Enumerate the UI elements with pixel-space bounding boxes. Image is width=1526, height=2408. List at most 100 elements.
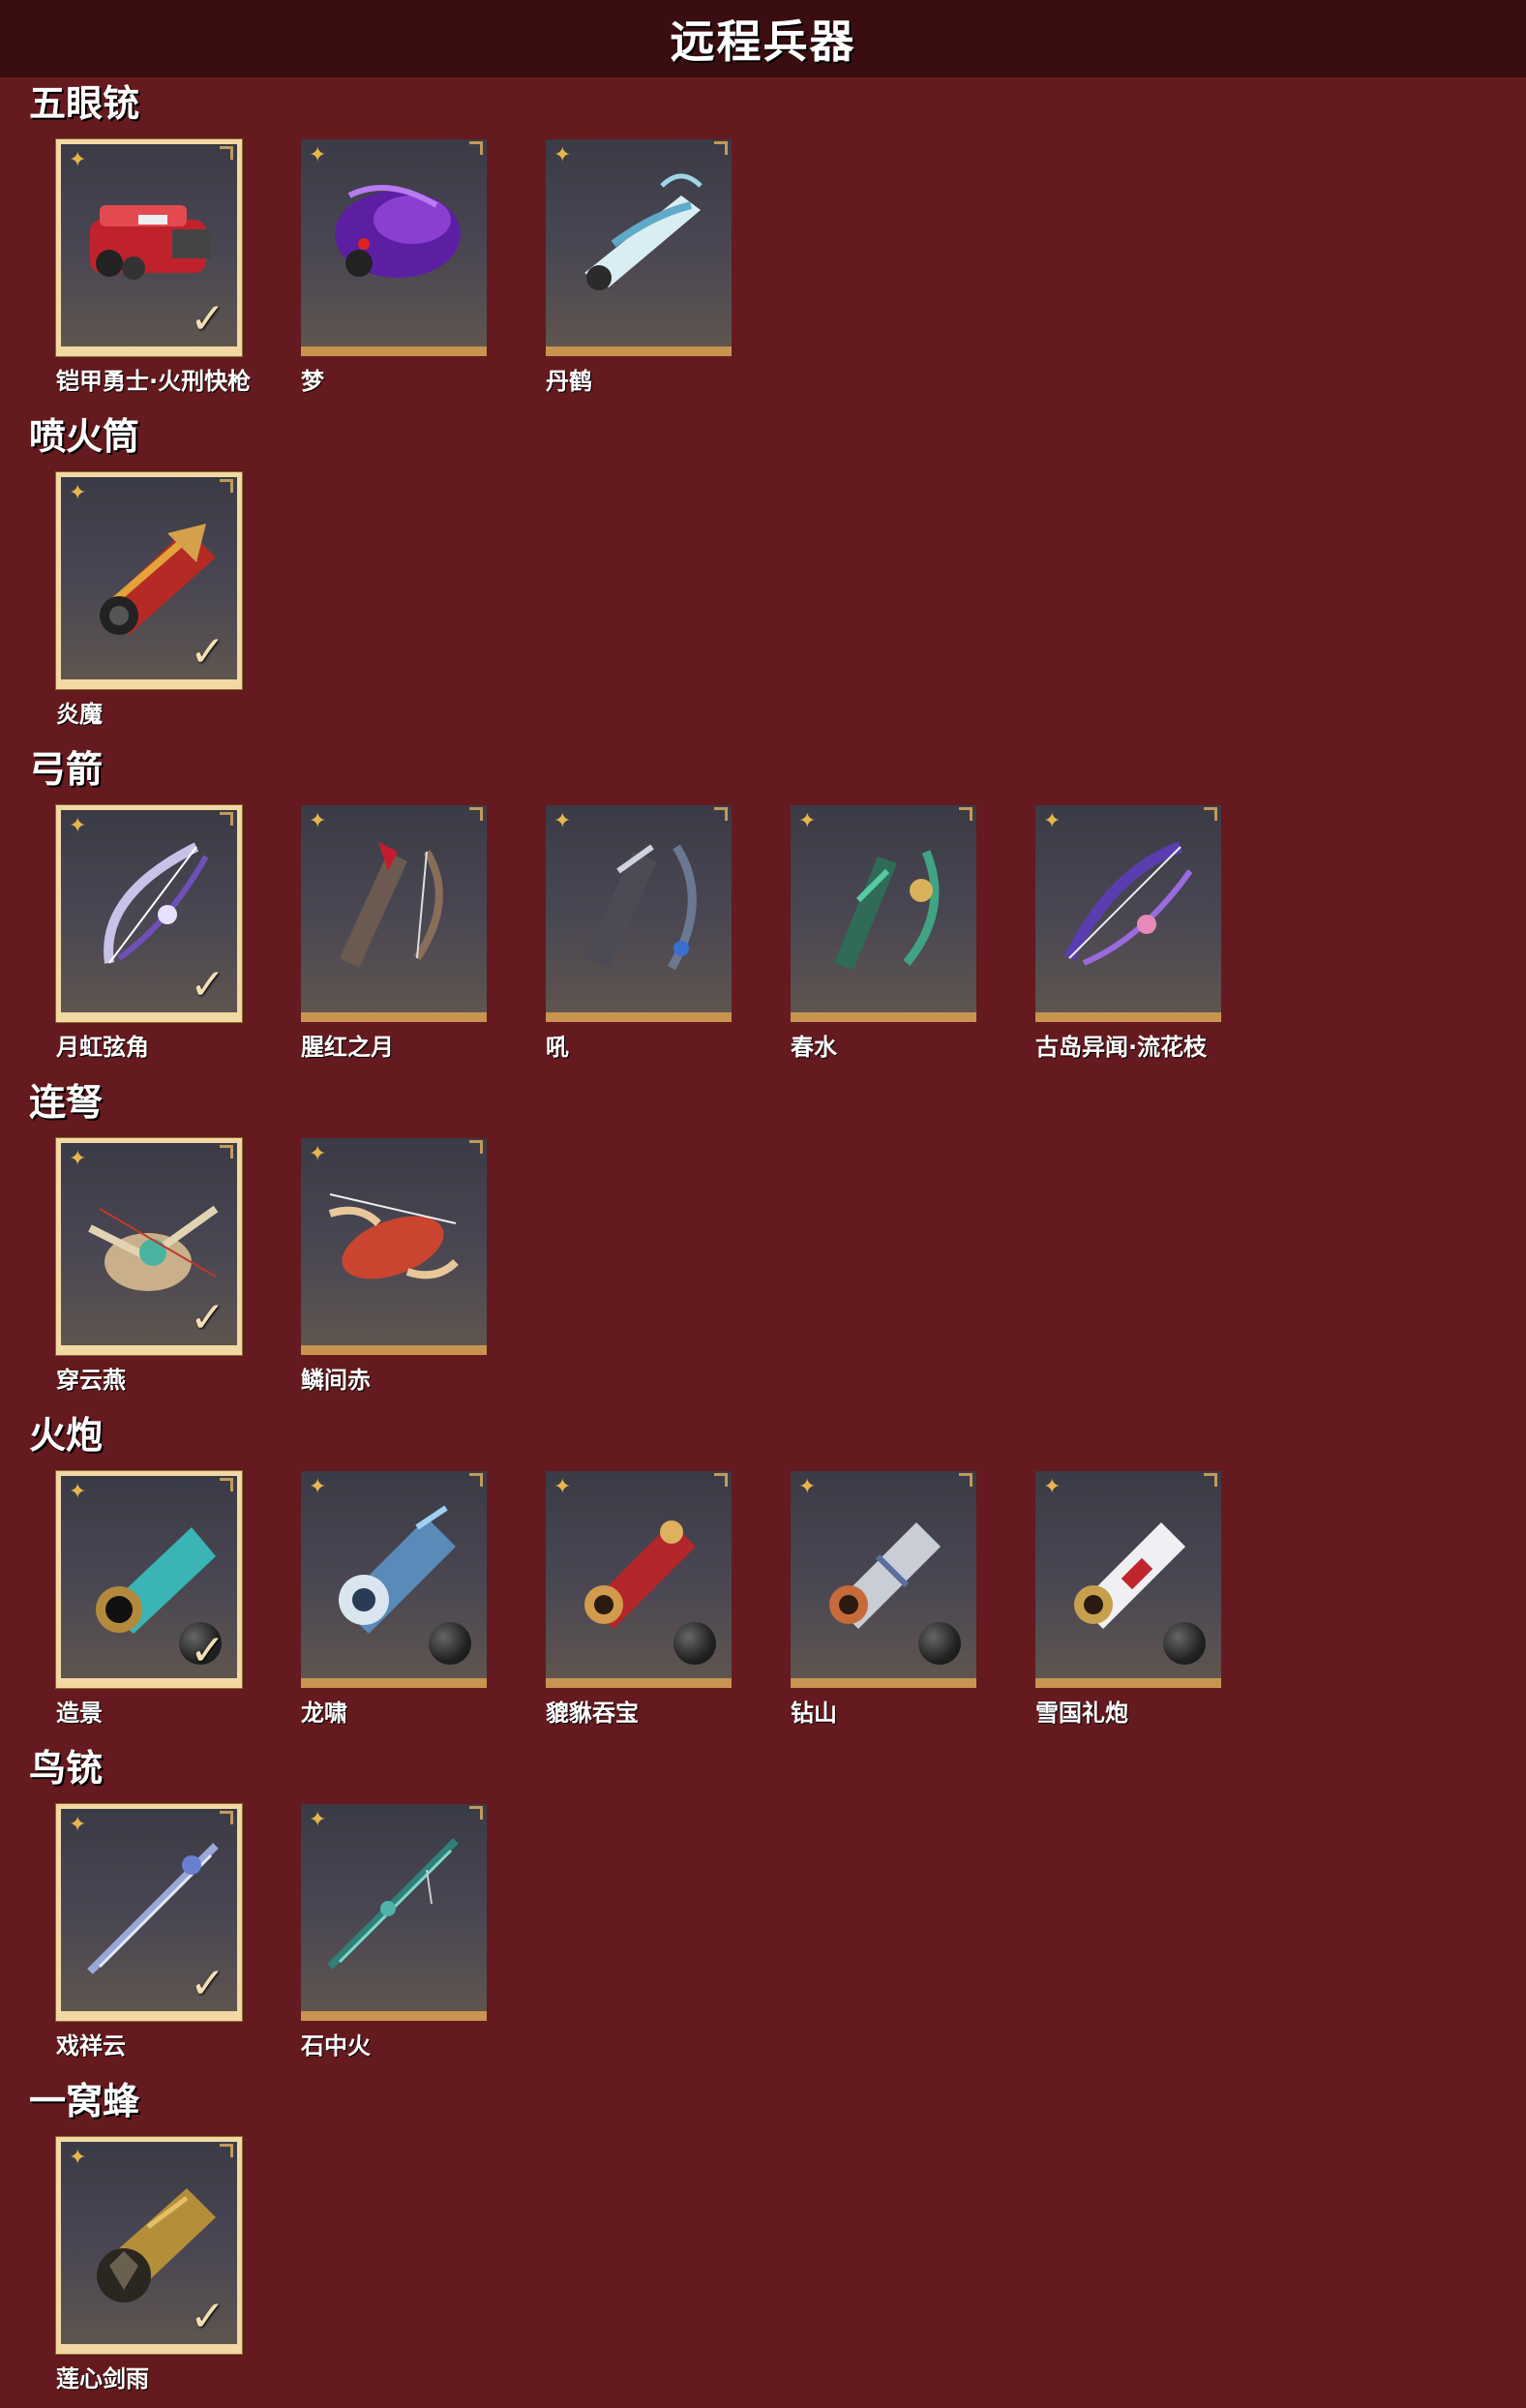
weapon-card[interactable]: ✦ ✓ 莲心剑雨 xyxy=(56,2137,242,2393)
weapon-thumbnail: ✦ ✓ xyxy=(56,472,242,689)
weapon-name: 貔貅吞宝 xyxy=(546,1700,639,1727)
owned-check-icon: ✓ xyxy=(190,294,225,344)
corner-tag-icon xyxy=(469,141,483,155)
weapon-card[interactable]: ✦ ✓ 铠甲勇士·火刑快枪 xyxy=(56,139,251,395)
weapon-name: 穿云燕 xyxy=(56,1367,126,1394)
star-icon: ✦ xyxy=(309,1475,327,1499)
weapon-name: 梦 xyxy=(301,368,324,395)
corner-tag-icon xyxy=(714,141,728,155)
corner-tag-icon xyxy=(220,479,233,493)
weapon-card[interactable]: ✦ 钻山 xyxy=(791,1471,976,1727)
star-icon: ✦ xyxy=(309,809,327,833)
category-huopao: 火炮 ✦ ✓ 造景 ✦ 龙啸 ✦ 貔貅吞宝 ✦ 钻山 ✦ 雪国礼炮 xyxy=(0,1411,1526,1740)
category-penhuotong: 喷火筒 ✦ ✓ 炎魔 xyxy=(0,412,1526,741)
weapon-art-dragon-cannon xyxy=(339,1505,456,1634)
weapon-card[interactable]: ✦ 梦 xyxy=(301,139,487,395)
owned-check-icon: ✓ xyxy=(190,1959,225,2008)
star-icon: ✦ xyxy=(69,1147,87,1171)
weapon-card[interactable]: ✦ 龙啸 xyxy=(301,1471,487,1727)
weapon-card[interactable]: ✦ ✓ 穿云燕 xyxy=(56,1138,242,1394)
weapon-name: 丹鹤 xyxy=(546,368,592,395)
weapon-card[interactable]: ✦ ✓ 月虹弦角 xyxy=(56,805,242,1061)
weapon-name: 莲心剑雨 xyxy=(56,2365,149,2393)
weapon-art-crane-gun xyxy=(584,173,703,290)
weapon-card[interactable]: ✦ 貔貅吞宝 xyxy=(546,1471,732,1727)
corner-tag-icon xyxy=(220,146,233,160)
corner-tag-icon xyxy=(469,1806,483,1820)
weapon-thumbnail: ✦ ✓ xyxy=(56,1471,242,1688)
weapon-name: 戏祥云 xyxy=(56,2032,126,2060)
star-icon: ✦ xyxy=(69,814,87,838)
weapon-art-roar-bow xyxy=(584,844,697,971)
weapon-thumbnail: ✦ ✓ xyxy=(56,805,242,1022)
weapon-name: 春水 xyxy=(791,1034,837,1061)
corner-tag-icon xyxy=(714,1473,728,1487)
star-icon: ✦ xyxy=(554,1475,572,1499)
corner-tag-icon xyxy=(959,1473,972,1487)
star-icon: ✦ xyxy=(554,143,572,167)
corner-tag-icon xyxy=(220,2144,233,2157)
weapon-thumbnail: ✦ xyxy=(791,805,976,1022)
corner-tag-icon xyxy=(1204,807,1217,821)
cannonball-icon xyxy=(1163,1622,1206,1665)
weapon-name: 腥红之月 xyxy=(301,1034,394,1061)
star-icon: ✦ xyxy=(1043,809,1062,833)
weapon-art-fish-crossbow xyxy=(328,1193,459,1279)
corner-tag-icon xyxy=(220,1145,233,1159)
star-icon: ✦ xyxy=(69,2146,87,2170)
weapon-thumbnail: ✦ xyxy=(301,1471,487,1688)
category-liannu: 连弩 ✦ ✓ 穿云燕 ✦ 鳞间赤 xyxy=(0,1078,1526,1407)
weapon-thumbnail: ✦ xyxy=(301,139,487,356)
weapon-card[interactable]: ✦ 古岛异闻·流花枝 xyxy=(1035,805,1221,1061)
corner-tag-icon xyxy=(959,807,972,821)
weapon-name: 鳞间赤 xyxy=(301,1367,371,1394)
page-title: 远程兵器 xyxy=(670,15,856,68)
weapon-card[interactable]: ✦ ✓ 炎魔 xyxy=(56,472,242,728)
weapon-art-red-moon-bow xyxy=(340,842,443,968)
star-icon: ✦ xyxy=(69,481,87,505)
star-icon: ✦ xyxy=(69,1480,87,1504)
category-title: 五眼铳 xyxy=(29,82,140,125)
weapon-thumbnail: ✦ xyxy=(546,139,732,356)
weapon-name: 龙啸 xyxy=(301,1700,347,1727)
weapon-card[interactable]: ✦ 雪国礼炮 xyxy=(1035,1471,1221,1727)
weapon-name: 炎魔 xyxy=(56,701,103,728)
weapon-art-flower-bow xyxy=(1063,841,1193,966)
category-title: 喷火筒 xyxy=(29,415,140,458)
weapon-thumbnail: ✦ xyxy=(1035,1471,1221,1688)
weapon-card[interactable]: ✦ 腥红之月 xyxy=(301,805,487,1061)
weapon-name: 钻山 xyxy=(791,1700,837,1727)
star-icon: ✦ xyxy=(798,809,817,833)
corner-tag-icon xyxy=(220,1478,233,1491)
star-icon: ✦ xyxy=(69,148,87,172)
category-wuyanchong: 五眼铳 ✦ ✓ 铠甲勇士·火刑快枪 ✦ 梦 ✦ 丹鹤 xyxy=(0,79,1526,408)
star-icon: ✦ xyxy=(309,143,327,167)
corner-tag-icon xyxy=(1204,1473,1217,1487)
owned-check-icon: ✓ xyxy=(190,1293,225,1342)
cannonball-icon xyxy=(673,1622,716,1665)
category-title: 鸟铳 xyxy=(29,1747,104,1790)
weapon-thumbnail: ✦ xyxy=(546,805,732,1022)
weapon-card[interactable]: ✦ 石中火 xyxy=(301,1804,487,2060)
weapon-card[interactable]: ✦ ✓ 戏祥云 xyxy=(56,1804,242,2060)
weapon-name: 吼 xyxy=(546,1034,569,1061)
weapon-art-spring-bow xyxy=(834,850,940,970)
weapon-card[interactable]: ✦ 鳞间赤 xyxy=(301,1138,487,1394)
owned-check-icon: ✓ xyxy=(190,1626,225,1675)
weapon-thumbnail: ✦ ✓ xyxy=(56,1138,242,1355)
cannonball-icon xyxy=(918,1622,961,1665)
corner-tag-icon xyxy=(220,812,233,826)
star-icon: ✦ xyxy=(69,1813,87,1837)
weapon-card[interactable]: ✦ 春水 xyxy=(791,805,976,1061)
weapon-thumbnail: ✦ ✓ xyxy=(56,1804,242,2021)
weapon-card[interactable]: ✦ ✓ 造景 xyxy=(56,1471,242,1727)
weapon-thumbnail: ✦ xyxy=(301,805,487,1022)
weapon-thumbnail: ✦ xyxy=(301,1804,487,2021)
corner-tag-icon xyxy=(469,1140,483,1154)
corner-tag-icon xyxy=(714,807,728,821)
corner-tag-icon xyxy=(469,1473,483,1487)
weapon-card[interactable]: ✦ 吼 xyxy=(546,805,732,1061)
weapon-art-stone-fire-musket xyxy=(327,1838,459,1970)
weapon-art-drill-cannon xyxy=(829,1522,941,1629)
weapon-card[interactable]: ✦ 丹鹤 xyxy=(546,139,732,395)
